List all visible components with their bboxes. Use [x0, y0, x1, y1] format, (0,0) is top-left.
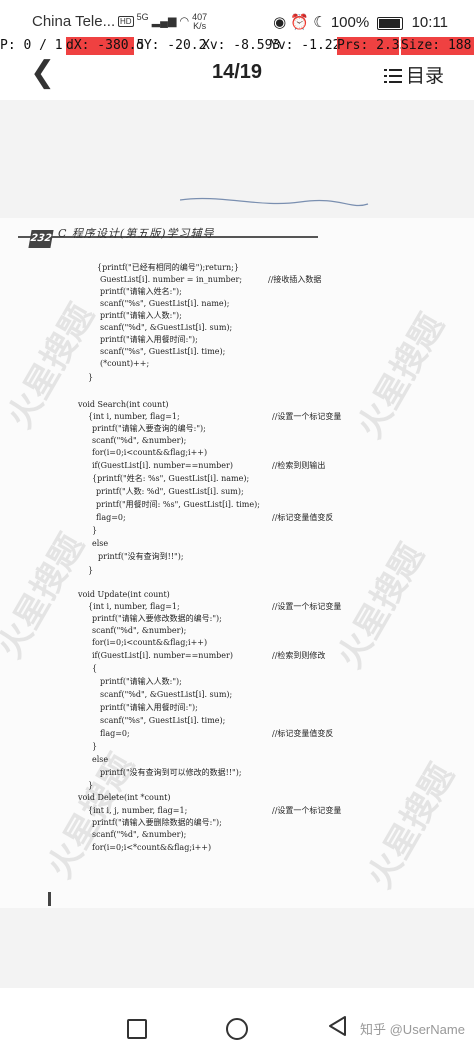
code-line: void Update(int count): [78, 590, 170, 599]
wifi-icon: ◠: [179, 15, 190, 28]
code-line: printf("请输入要删除数据的编号:");: [92, 818, 222, 827]
code-line: for(i=0;i<*count&&flag;i++): [92, 843, 212, 852]
code-line: GuestList[i]. number = in_number;: [100, 275, 243, 284]
code-line: }: [88, 373, 94, 382]
document-page[interactable]: 232 C 程序设计(第五版)学习辅导 火星搜题 火星搜题 火星搜题 火星搜题 …: [0, 100, 474, 988]
code-line: {int i, number, flag=1;: [88, 602, 180, 611]
code-line: scanf("%d", &number);: [92, 626, 187, 635]
code-line: for(i=0;i<count&&flag;i++): [92, 638, 208, 647]
code-line: if(GuestList[i]. number==number): [92, 461, 233, 470]
code-line: printf("人数: %d", GuestList[i]. sum);: [96, 487, 244, 496]
code-line: printf("请输入要修改数据的编号:");: [92, 614, 222, 623]
code-comment: //检索到则输出: [272, 461, 326, 470]
code-line: }: [92, 742, 98, 751]
debug-xv: Xv: -8.593: [202, 38, 281, 53]
status-right: ◉ ⏰ ☾ 100% 10:11: [273, 13, 448, 31]
code-line: }: [88, 781, 94, 790]
battery-icon: [377, 16, 404, 30]
signal-bars-icon: ▂▄▆: [151, 15, 177, 28]
alarm-icon: ⏰: [290, 14, 310, 31]
code-line: (*count)++;: [100, 359, 150, 368]
code-line: flag=0;: [100, 729, 130, 738]
code-line: printf("请输入姓名:");: [100, 287, 182, 296]
debug-prs: Prs: 2.33: [337, 37, 408, 55]
debug-dx: dX: -380.5: [66, 37, 145, 55]
code-comment: //设置一个标记变量: [272, 412, 342, 421]
carrier-name: China Tele...: [32, 13, 116, 30]
code-line: printf("请输入用餐时间:");: [100, 335, 198, 344]
battery-percent: 100%: [330, 14, 370, 31]
circle-icon[interactable]: [226, 1018, 248, 1040]
code-line: {: [92, 664, 98, 673]
scan-mark: [48, 892, 51, 906]
code-line: printf("没有查询到!!");: [98, 552, 184, 561]
toc-label: 目录: [405, 65, 444, 87]
code-line: printf("请输入人数:");: [100, 677, 182, 686]
code-line: {int i, number, flag=1;: [88, 412, 180, 421]
code-comment: //标记变量值变反: [272, 513, 334, 522]
code-comment: //标记变量值变反: [272, 729, 334, 738]
code-line: printf("用餐时间: %s", GuestList[i]. time);: [96, 500, 260, 509]
credit-watermark: 知乎 @UserName: [360, 1022, 465, 1037]
code-line: scanf("%d", &GuestList[i]. sum);: [100, 690, 233, 699]
code-line: printf("请输入要查询的编号:");: [92, 424, 206, 433]
code-line: }: [88, 566, 94, 575]
code-line: scanf("%d", &number);: [92, 436, 187, 445]
code-line: scanf("%d", &GuestList[i]. sum);: [100, 323, 233, 332]
code-comment: //设置一个标记变量: [272, 602, 342, 611]
code-line: void Search(int count): [78, 400, 169, 409]
code-line: scanf("%s", GuestList[i]. name);: [100, 299, 230, 308]
signal-5g-icon: 5G: [136, 12, 149, 22]
code-line: scanf("%d", &number);: [92, 830, 187, 839]
eye-icon: ◉: [273, 14, 287, 31]
debug-pointer: P: 0 / 1: [0, 38, 63, 53]
hd-icon: HD: [118, 16, 134, 28]
square-icon[interactable]: [127, 1019, 147, 1039]
code-line: printf("请输入用餐时间:");: [100, 703, 198, 712]
debug-size: Size: 188.0: [401, 37, 474, 55]
code-line: }: [92, 526, 98, 535]
code-comment: //接收插入数据: [268, 275, 322, 284]
reader-toolbar: ❮ 14/19 目录: [0, 55, 474, 97]
code-line: {printf("姓名: %s", GuestList[i]. name);: [92, 474, 250, 483]
code-line: void Delete(int *count): [78, 793, 171, 802]
code-line: {int i, j, number, flag=1;: [88, 806, 188, 815]
code-line: printf("请输入人数:");: [100, 311, 182, 320]
network-speed: 407 K/s: [192, 11, 208, 31]
code-line: {printf("已经有相同的编号");return;}: [97, 263, 239, 272]
code-line: else: [92, 755, 109, 764]
code-line: for(i=0;i<count&&flag;i++): [92, 448, 208, 457]
pointer-debug-bar: P: 0 / 1 dX: -380.5 dY: -20.2 Xv: -8.593…: [0, 37, 474, 55]
code-comment: //检索到则修改: [272, 651, 326, 660]
toc-button[interactable]: 目录: [383, 61, 444, 88]
moon-icon: ☾: [313, 14, 327, 31]
code-line: scanf("%s", GuestList[i]. time);: [100, 716, 226, 725]
list-icon: [383, 69, 402, 83]
code-line: flag=0;: [96, 513, 126, 522]
debug-dy: dY: -20.2: [136, 38, 207, 53]
status-bar: China Tele... HD 5G ▂▄▆ ◠ 407 K/s ◉ ⏰ ☾ 1…: [0, 0, 474, 40]
code-line: if(GuestList[i]. number==number): [92, 651, 233, 660]
system-nav-bar: 知乎 @UserName: [0, 988, 474, 1053]
code-listing: {printf("已经有相同的编号");return;} GuestList[i…: [0, 100, 474, 988]
clock: 10:11: [411, 14, 448, 31]
code-comment: //设置一个标记变量: [272, 806, 342, 815]
code-line: else: [92, 539, 109, 548]
network-indicators: HD 5G ▂▄▆ ◠ 407 K/s: [118, 12, 207, 31]
triangle-back-icon[interactable]: [327, 1015, 347, 1037]
code-line: printf("没有查询到可以修改的数据!!");: [100, 768, 242, 777]
code-line: scanf("%s", GuestList[i]. time);: [100, 347, 226, 356]
